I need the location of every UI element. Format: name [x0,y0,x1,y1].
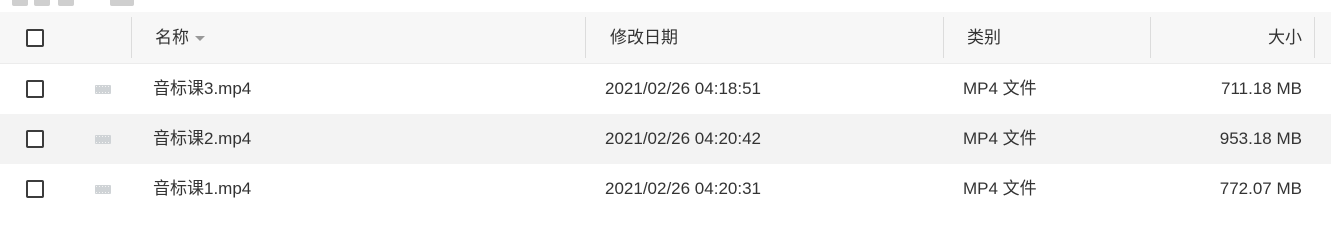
column-header-modified[interactable]: 修改日期 [610,12,678,64]
row-checkbox[interactable] [26,80,44,98]
file-row[interactable]: 音标课2.mp4 2021/02/26 04:20:42 MP4 文件 953.… [0,114,1331,164]
row-checkbox[interactable] [26,180,44,198]
video-file-icon [95,185,111,194]
column-divider[interactable] [943,17,944,58]
file-name[interactable]: 音标课1.mp4 [153,164,251,214]
toolbar-button[interactable] [58,0,74,6]
table-header: 名称 修改日期 类别 大小 [0,12,1331,64]
column-divider[interactable] [131,17,132,58]
file-type: MP4 文件 [963,79,1037,98]
sort-desc-icon [195,36,205,42]
file-row[interactable]: 音标课1.mp4 2021/02/26 04:20:31 MP4 文件 772.… [0,164,1331,214]
toolbar-button[interactable] [110,0,134,6]
file-size: 772.07 MB [1219,179,1302,198]
video-file-icon [95,85,111,94]
file-size: 711.18 MB [1221,79,1302,98]
file-name[interactable]: 音标课2.mp4 [153,114,251,164]
file-size: 953.18 MB [1219,129,1302,148]
column-header-name[interactable]: 名称 [155,12,205,64]
row-checkbox[interactable] [26,130,44,148]
file-modified: 2021/02/26 04:20:42 [605,129,761,148]
toolbar-button[interactable] [12,0,28,6]
file-name[interactable]: 音标课3.mp4 [153,64,251,114]
video-file-icon [95,135,111,144]
file-modified: 2021/02/26 04:20:31 [605,179,761,198]
column-header-name-label: 名称 [155,28,189,47]
column-header-type[interactable]: 类别 [967,12,1001,64]
file-modified: 2021/02/26 04:18:51 [605,79,761,98]
column-divider[interactable] [1314,17,1315,58]
column-divider[interactable] [585,17,586,58]
column-header-size[interactable]: 大小 [1160,12,1302,64]
toolbar-fragment [0,0,1331,12]
toolbar-button[interactable] [34,0,50,6]
file-type: MP4 文件 [963,129,1037,148]
select-all-checkbox[interactable] [26,29,44,47]
file-row[interactable]: 音标课3.mp4 2021/02/26 04:18:51 MP4 文件 711.… [0,64,1331,114]
column-divider[interactable] [1150,17,1151,58]
file-type: MP4 文件 [963,179,1037,198]
